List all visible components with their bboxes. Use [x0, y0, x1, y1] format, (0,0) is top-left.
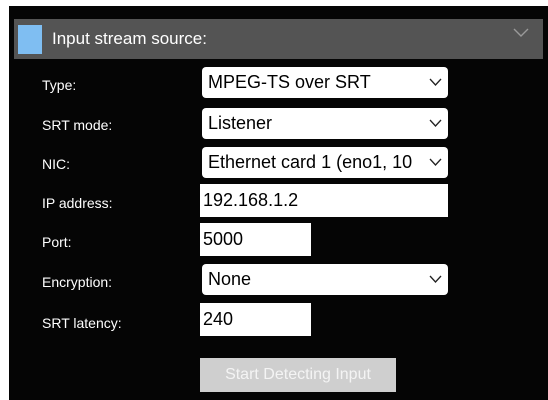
- chevron-down-icon: [429, 77, 442, 87]
- ip-address-value: 192.168.1.2: [203, 190, 299, 210]
- chevron-down-icon: [429, 274, 442, 284]
- chevron-down-icon: [429, 118, 442, 128]
- srt-mode-label: SRT mode:: [42, 117, 113, 133]
- chevron-down-icon: [429, 157, 442, 167]
- srt-mode-select-value: Listener: [208, 113, 273, 133]
- nic-label: NIC:: [42, 156, 70, 172]
- type-select-value: MPEG-TS over SRT: [208, 72, 371, 92]
- panel-header[interactable]: Input stream source:: [14, 19, 543, 59]
- ip-address-input[interactable]: 192.168.1.2: [200, 184, 448, 217]
- port-input[interactable]: 5000: [200, 223, 311, 256]
- port-value: 5000: [203, 229, 244, 249]
- encryption-label: Encryption:: [42, 274, 113, 290]
- type-label: Type:: [42, 77, 77, 93]
- nic-select-value: Ethernet card 1 (eno1, 10: [208, 152, 413, 172]
- start-detecting-input-button[interactable]: Start Detecting Input: [200, 358, 396, 392]
- ip-address-label: IP address:: [42, 195, 113, 211]
- srt-latency-label: SRT latency:: [42, 315, 122, 331]
- port-label: Port:: [42, 234, 72, 250]
- encryption-select[interactable]: None: [202, 264, 448, 295]
- chevron-down-icon[interactable]: [513, 27, 529, 39]
- nic-select[interactable]: Ethernet card 1 (eno1, 10: [202, 147, 448, 178]
- header-accent-bar: [18, 25, 42, 54]
- srt-latency-input[interactable]: 240: [200, 303, 311, 336]
- input-stream-source-panel: Input stream source: Type: MPEG-TS over …: [9, 6, 548, 400]
- encryption-select-value: None: [208, 269, 252, 289]
- srt-latency-value: 240: [203, 309, 234, 329]
- type-select[interactable]: MPEG-TS over SRT: [202, 67, 448, 98]
- panel-title: Input stream source:: [52, 29, 207, 48]
- srt-mode-select[interactable]: Listener: [202, 108, 448, 139]
